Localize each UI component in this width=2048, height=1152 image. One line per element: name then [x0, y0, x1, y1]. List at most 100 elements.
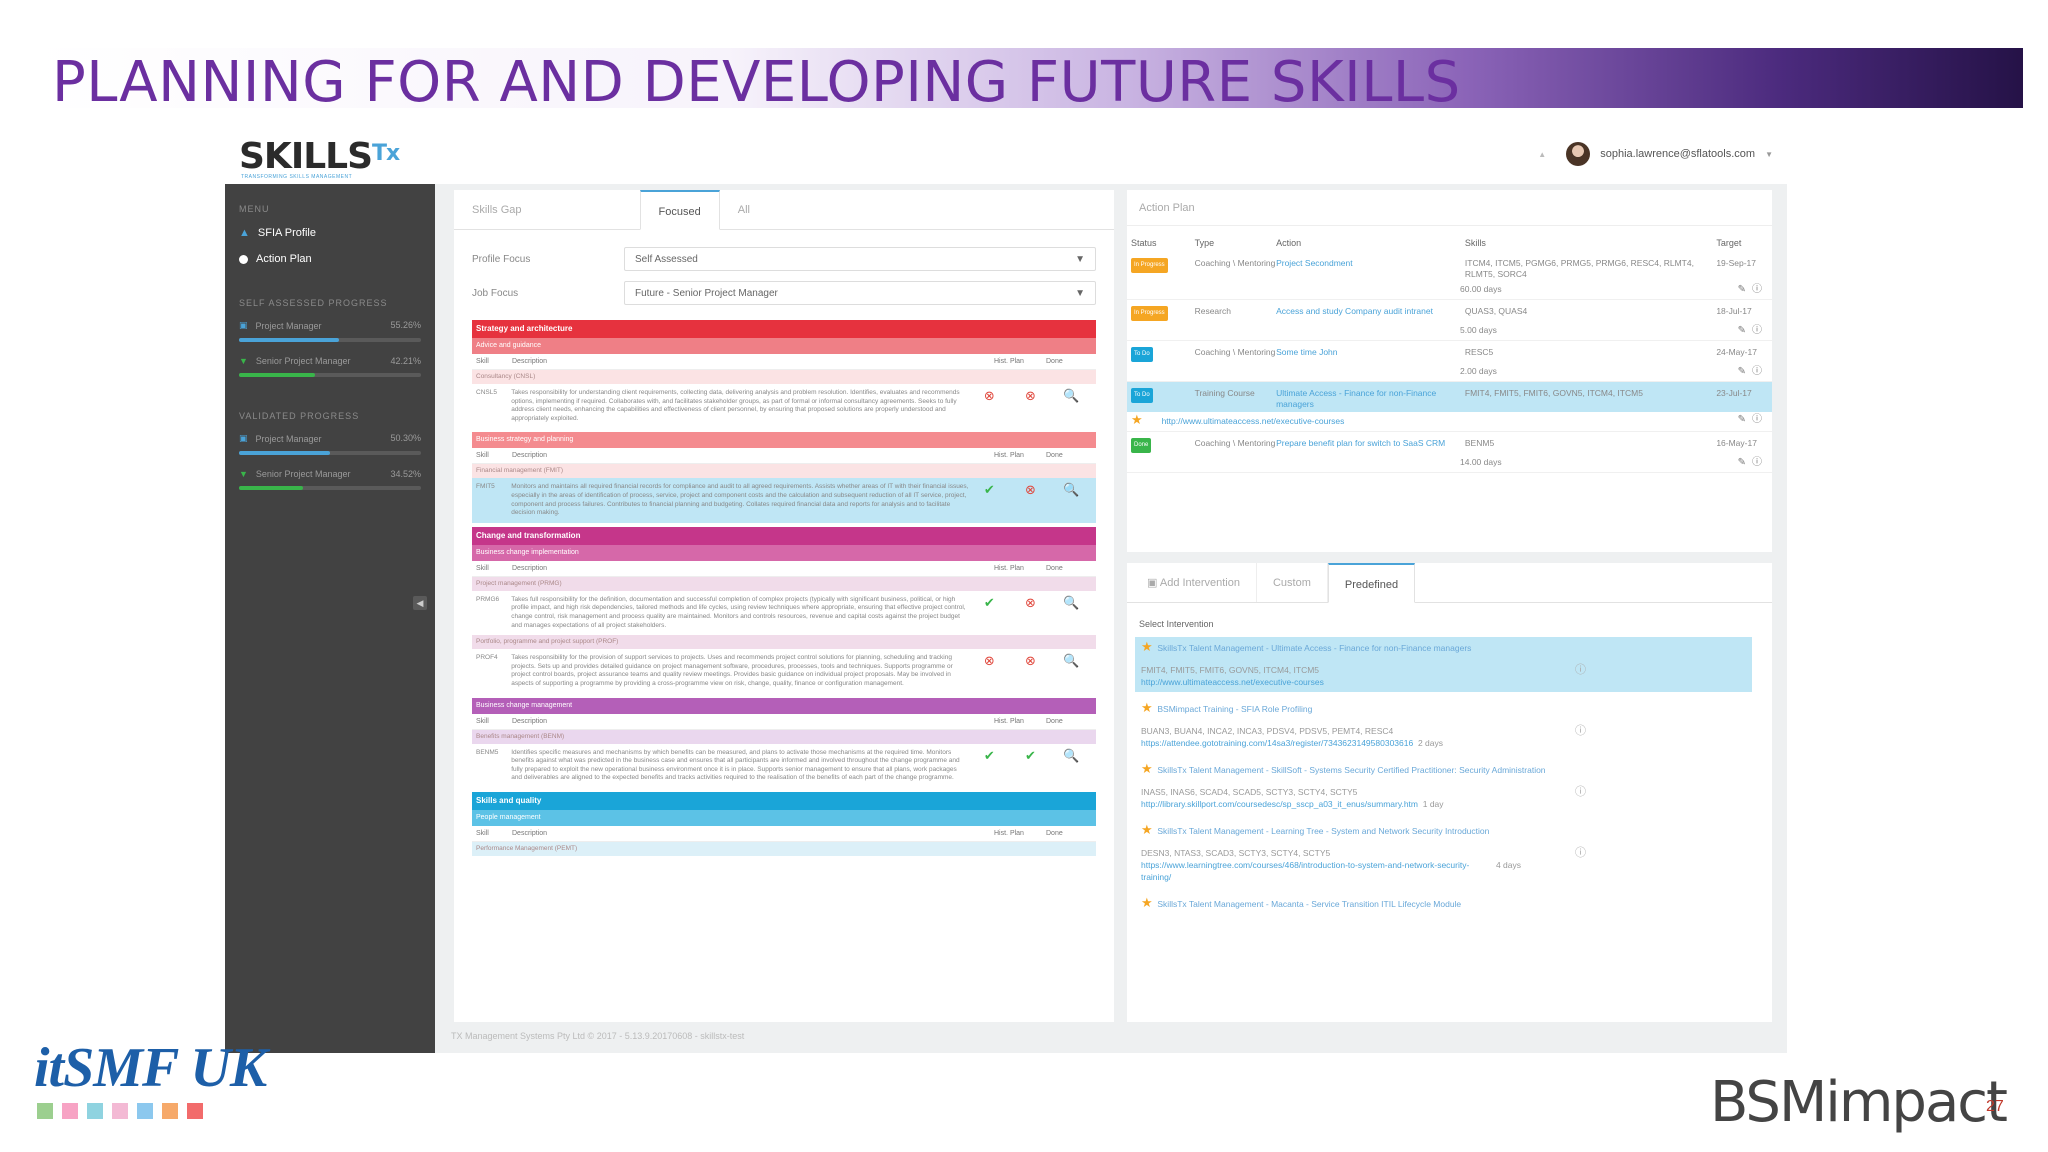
star-icon[interactable]: ★: [1141, 700, 1153, 715]
tab-predefined[interactable]: Predefined: [1327, 563, 1416, 603]
sidebar-item-action-plan[interactable]: Action Plan: [225, 246, 435, 272]
action-link[interactable]: Project Secondment: [1276, 258, 1465, 269]
star-icon[interactable]: ★: [1141, 761, 1153, 776]
skills-gap-panel: Skills Gap Focused All Profile Focus Sel…: [454, 190, 1114, 1022]
intervention-link[interactable]: https://attendee.gototraining.com/14sa3/…: [1141, 738, 1413, 748]
calendar-icon: ▣: [1147, 577, 1158, 589]
list-item-selected[interactable]: ★ SkillsTx Talent Management - Ultimate …: [1135, 637, 1752, 692]
skill-group: Project management (PRMG): [472, 576, 1096, 591]
info-icon[interactable]: ⓘ: [1575, 664, 1586, 676]
briefcase-icon: ▣: [239, 320, 248, 330]
table-row-selected[interactable]: To Do Training Course Ultimate Access - …: [1127, 382, 1772, 412]
table-row[interactable]: In Progress Research Access and study Co…: [1127, 300, 1772, 323]
itsmf-logo: itSMF UK: [34, 1040, 267, 1119]
select-intervention-label: Select Intervention: [1139, 619, 1214, 629]
check-circle-icon[interactable]: ✔: [1010, 748, 1051, 783]
collapse-sidebar-icon[interactable]: ◀: [413, 596, 427, 610]
intervention-link[interactable]: https://www.learningtree.com/courses/468…: [1141, 859, 1471, 883]
status-badge: In Progress: [1131, 258, 1168, 273]
list-item[interactable]: ★ SkillsTx Talent Management - SkillSoft…: [1135, 759, 1752, 814]
table-row[interactable]: In Progress Coaching \ Mentoring Project…: [1127, 252, 1772, 282]
edit-info-icons[interactable]: ✎ⓘ: [1738, 414, 1768, 427]
action-link[interactable]: Ultimate Access - Finance for non-Financ…: [1276, 388, 1465, 410]
subcategory-header: Advice and guidance: [472, 338, 1096, 354]
user-menu[interactable]: ▲ sophia.lawrence@sflatools.com ▼: [1538, 142, 1773, 166]
itsmf-color-squares: [37, 1103, 266, 1119]
intervention-link[interactable]: http://library.skillport.com/coursedesc/…: [1141, 799, 1418, 809]
search-icon[interactable]: 🔍: [1051, 595, 1092, 630]
status-badge: Done: [1131, 438, 1152, 453]
category-header: Change and transformation: [472, 526, 1096, 545]
list-item[interactable]: ★ BSMimpact Training - SFIA Role Profili…: [1135, 698, 1752, 753]
action-plan-panel: Action Plan Status Type Action Skills Ta…: [1127, 190, 1772, 552]
profile-focus-select[interactable]: Self Assessed ▼: [624, 247, 1096, 271]
cross-circle-icon[interactable]: ⊗: [969, 388, 1010, 423]
subcategory-header: Business change management: [472, 697, 1096, 714]
table-row: PRMG6 Takes full responsibility for the …: [472, 591, 1096, 635]
bsm-impact-logo: BSMimpact: [1710, 1070, 2008, 1135]
shield-icon: ▼: [239, 356, 248, 366]
tab-focused[interactable]: Focused: [639, 190, 720, 230]
shield-icon: ▼: [239, 469, 248, 479]
action-link[interactable]: Some time John: [1276, 347, 1465, 358]
tab-add-intervention[interactable]: ▣ Add Intervention: [1131, 563, 1257, 602]
tab-custom[interactable]: Custom: [1257, 563, 1328, 602]
action-link[interactable]: Prepare benefit plan for switch to SaaS …: [1276, 438, 1465, 449]
briefcase-icon: ▣: [239, 433, 248, 443]
menu-heading: MENU: [239, 204, 270, 214]
user-email[interactable]: sophia.lawrence@sflatools.com: [1600, 148, 1755, 160]
cross-circle-icon[interactable]: ⊗: [1010, 595, 1051, 630]
edit-info-icons[interactable]: ✎ⓘ: [1738, 457, 1768, 468]
cross-circle-icon[interactable]: ⊗: [1010, 388, 1051, 423]
check-circle-icon[interactable]: ✔: [969, 748, 1010, 783]
sidebar-item-sfia-profile[interactable]: ▲ SFIA Profile: [225, 220, 435, 246]
progress-bar-fill: [239, 338, 340, 342]
cross-circle-icon[interactable]: ⊗: [969, 654, 1010, 688]
action-plan-title: Action Plan: [1127, 190, 1772, 226]
progress-self-pm[interactable]: ▣ Project Manager 55.26%: [225, 314, 435, 350]
star-icon[interactable]: ★: [1141, 895, 1153, 910]
search-icon[interactable]: 🔍: [1051, 748, 1092, 783]
star-icon[interactable]: ★: [1141, 822, 1153, 837]
progress-bar-fill: [239, 451, 330, 455]
interventions-panel: ▣ Add Intervention Custom Predefined Sel…: [1127, 563, 1772, 1022]
info-icon[interactable]: ⓘ: [1575, 786, 1586, 798]
search-icon[interactable]: 🔍: [1051, 388, 1092, 423]
table-row: FMIT5 Monitors and maintains all require…: [472, 478, 1096, 523]
job-focus-label: Job Focus: [472, 287, 519, 299]
tab-all[interactable]: All: [720, 190, 768, 229]
job-focus-select[interactable]: Future - Senior Project Manager ▼: [624, 281, 1096, 305]
table-row[interactable]: To Do Coaching \ Mentoring Some time Joh…: [1127, 341, 1772, 364]
edit-info-icons[interactable]: ✎ⓘ: [1738, 284, 1768, 295]
list-item[interactable]: ★ SkillsTx Talent Management - Macanta -…: [1135, 893, 1752, 914]
progress-valid-spm[interactable]: ▼ Senior Project Manager 34.52%: [225, 463, 435, 498]
table-row[interactable]: Done Coaching \ Mentoring Prepare benefi…: [1127, 432, 1772, 455]
notification-caret-icon[interactable]: ▲: [1538, 150, 1546, 159]
list-item[interactable]: ★ SkillsTx Talent Management - Learning …: [1135, 820, 1752, 887]
edit-info-icons[interactable]: ✎ⓘ: [1738, 366, 1768, 377]
search-icon[interactable]: 🔍: [1051, 483, 1092, 517]
cross-circle-icon[interactable]: ⊗: [1010, 654, 1051, 688]
info-icon[interactable]: ⓘ: [1575, 725, 1586, 737]
subcategory-header: Business strategy and planning: [472, 432, 1096, 449]
app-screenshot: SKILLSTx TRANSFORMING SKILLS MANAGEMENT …: [225, 128, 1787, 1053]
action-link[interactable]: Access and study Company audit intranet: [1276, 306, 1465, 317]
edit-info-icons[interactable]: ✎ⓘ: [1738, 325, 1768, 336]
check-circle-icon[interactable]: ✔: [969, 595, 1010, 630]
info-icon[interactable]: ⓘ: [1575, 847, 1586, 859]
category-header: Strategy and architecture: [472, 320, 1096, 338]
check-circle-icon[interactable]: ✔: [969, 483, 1010, 517]
progress-valid-pm[interactable]: ▣ Project Manager 50.30%: [225, 427, 435, 463]
intervention-link[interactable]: http://www.ultimateaccess.net/executive-…: [1141, 676, 1746, 688]
cross-circle-icon[interactable]: ⊗: [1010, 483, 1051, 517]
search-icon[interactable]: 🔍: [1051, 654, 1092, 688]
tab-skills-gap[interactable]: Skills Gap: [454, 190, 540, 229]
action-plan-header: Status Type Action Skills Target: [1131, 238, 1742, 248]
star-icon[interactable]: ★: [1141, 639, 1153, 654]
avatar[interactable]: [1566, 142, 1591, 166]
progress-self-spm[interactable]: ▼ Senior Project Manager 42.21%: [225, 350, 435, 385]
skills-table: Strategy and architecture Advice and gui…: [472, 320, 1096, 856]
course-link[interactable]: http://www.ultimateaccess.net/executive-…: [1162, 416, 1345, 426]
chevron-down-icon[interactable]: ▼: [1765, 150, 1773, 159]
skill-group: Portfolio, programme and project support…: [472, 635, 1096, 650]
